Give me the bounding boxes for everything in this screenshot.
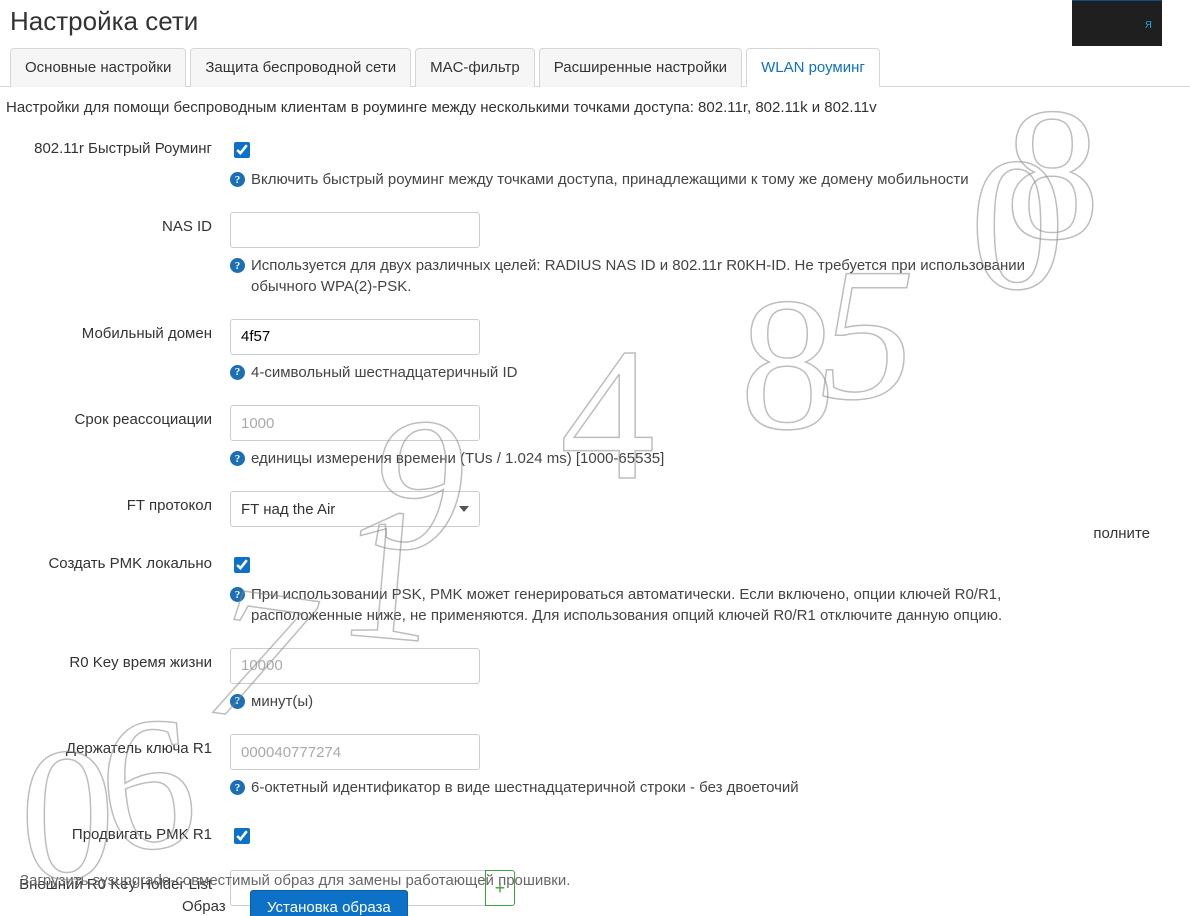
label-r0-life: R0 Key время жизни [10,648,230,671]
row-push-pmk-r1: Продвигать PMK R1 [10,820,1190,848]
label-push-pmk-r1: Продвигать PMK R1 [10,820,230,843]
label-nas-id: NAS ID [10,212,230,235]
tab-mac-filter[interactable]: MAC-фильтр [415,48,535,87]
input-r0-life[interactable] [230,648,480,684]
info-icon: ? [230,780,245,795]
label-fast-roaming: 802.11r Быстрый Роуминг [10,134,230,157]
select-ft-protocol-value: FT над the Air [241,501,335,518]
form: 802.11r Быстрый Роуминг ? Включить быстр… [0,134,1190,906]
hint-reassoc: единицы измерения времени (TUs / 1.024 m… [251,449,664,469]
row-pmk-local: Создать PMK локально ? При использовании… [10,549,1190,626]
fragment-text: полните [1093,525,1150,542]
info-icon: ? [230,258,245,273]
label-mobile-domain: Мобильный домен [10,319,230,342]
ghost-sysupgrade-text: Загрузить sysupgrade-совместимый образ д… [20,872,570,889]
titlebar-fragment: я [1072,0,1162,46]
row-r1-holder: Держатель ключа R1 ? 6-октетный идентифи… [10,734,1190,798]
info-icon: ? [230,172,245,187]
chevron-down-icon [459,506,469,512]
info-icon: ? [230,694,245,709]
install-image-button[interactable]: Установка образа [250,890,408,916]
tab-wireless-security[interactable]: Защита беспроводной сети [190,48,411,87]
input-r1-holder[interactable] [230,734,480,770]
tab-bar: Основные настройки Защита беспроводной с… [0,47,1190,87]
checkbox-fast-roaming[interactable] [234,142,250,158]
row-ft-protocol: FT протокол FT над the Air [10,491,1190,527]
input-reassoc[interactable] [230,405,480,441]
label-pmk-local: Создать PMK локально [10,549,230,572]
select-ft-protocol[interactable]: FT над the Air [230,491,480,527]
input-mobile-domain[interactable] [230,319,480,355]
label-ft-protocol: FT протокол [10,491,230,514]
label-r1-holder: Держатель ключа R1 [10,734,230,757]
checkbox-pmk-local[interactable] [234,557,250,573]
hint-r0-life: минут(ы) [251,692,313,712]
tab-wlan-roaming[interactable]: WLAN роуминг [746,48,880,87]
row-fast-roaming: 802.11r Быстрый Роуминг ? Включить быстр… [10,134,1190,190]
row-reassoc: Срок реассоциации ? единицы измерения вр… [10,405,1190,469]
tab-general[interactable]: Основные настройки [10,48,186,87]
info-icon: ? [230,587,245,602]
hint-mobile-domain: 4-символьный шестнадцатеричный ID [251,363,517,383]
label-image: Образ [182,898,226,915]
label-reassoc: Срок реассоциации [10,405,230,428]
hint-nas-id: Используется для двух различных целей: R… [251,256,1090,297]
row-r0-life: R0 Key время жизни ? минут(ы) [10,648,1190,712]
tab-description: Настройки для помощи беспроводным клиент… [6,99,1180,116]
input-nas-id[interactable] [230,212,480,248]
checkbox-push-pmk-r1[interactable] [234,828,250,844]
hint-r1-holder: 6-октетный идентификатор в виде шестнадц… [251,778,799,798]
tab-advanced[interactable]: Расширенные настройки [539,48,742,87]
row-nas-id: NAS ID ? Используется для двух различных… [10,212,1190,297]
row-mobile-domain: Мобильный домен ? 4-символьный шестнадца… [10,319,1190,383]
titlebar-char: я [1145,16,1152,31]
info-icon: ? [230,451,245,466]
page-title: Настройка сети [10,6,1190,37]
info-icon: ? [230,365,245,380]
hint-pmk-local: При использовании PSK, PMK может генерир… [251,585,1090,626]
hint-fast-roaming: Включить быстрый роуминг между точками д… [251,170,969,190]
